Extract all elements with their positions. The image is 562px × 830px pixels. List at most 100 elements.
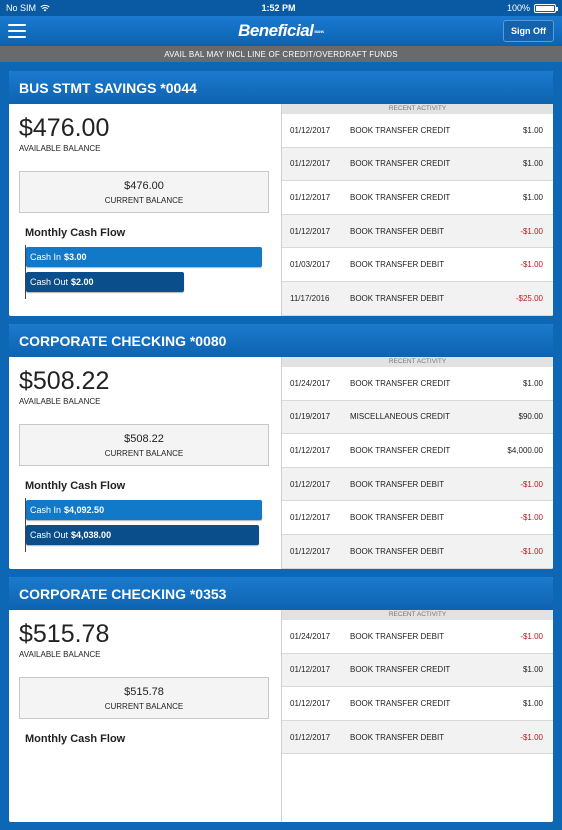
recent-activity-header: RECENT ACTIVITY <box>282 610 553 620</box>
activity-row[interactable]: 01/12/2017 BOOK TRANSFER CREDIT $1.00 <box>282 181 553 215</box>
activity-date: 01/12/2017 <box>290 125 331 135</box>
activity-description: BOOK TRANSFER DEBIT <box>350 293 445 303</box>
current-balance-box: $515.78 CURRENT BALANCE <box>19 677 269 719</box>
available-balance-label: AVAILABLE BALANCE <box>19 144 101 153</box>
account-body: $476.00 AVAILABLE BALANCE $476.00 CURREN… <box>9 104 553 316</box>
status-right: 100% <box>507 3 558 13</box>
recent-activity-panel: RECENT ACTIVITY 01/24/2017 BOOK TRANSFER… <box>281 357 553 569</box>
activity-date: 01/12/2017 <box>290 665 331 675</box>
activity-row[interactable]: 01/12/2017 BOOK TRANSFER CREDIT $1.00 <box>282 687 553 721</box>
available-balance-amount: $476.00 <box>19 114 110 142</box>
current-balance-amount: $476.00 <box>124 179 164 192</box>
activity-description: BOOK TRANSFER CREDIT <box>350 192 451 202</box>
account-header[interactable]: CORPORATE CHECKING *0080 <box>9 324 553 357</box>
available-balance-amount: $508.22 <box>19 367 110 395</box>
activity-row[interactable]: 01/19/2017 MISCELLANEOUS CREDIT $90.00 <box>282 400 553 435</box>
menu-icon[interactable] <box>8 24 26 38</box>
nav-bar: BeneficialBANK Sign Off <box>0 16 562 46</box>
activity-row[interactable]: 01/12/2017 BOOK TRANSFER CREDIT $4,000.0… <box>282 434 553 468</box>
cash-in-amount: $3.00 <box>64 252 87 262</box>
activity-row[interactable]: 01/12/2017 BOOK TRANSFER DEBIT -$1.00 <box>282 214 553 249</box>
activity-row[interactable]: 01/12/2017 BOOK TRANSFER DEBIT -$1.00 <box>282 467 553 502</box>
activity-date: 01/19/2017 <box>290 412 331 422</box>
activity-date: 01/12/2017 <box>290 479 331 489</box>
sign-off-button[interactable]: Sign Off <box>503 20 554 42</box>
account-card: BUS STMT SAVINGS *0044 $476.00 AVAILABLE… <box>9 71 553 316</box>
current-balance-box: $476.00 CURRENT BALANCE <box>19 171 269 213</box>
recent-activity-panel: RECENT ACTIVITY 01/24/2017 BOOK TRANSFER… <box>281 610 553 822</box>
cash-out-amount: $2.00 <box>71 277 94 287</box>
activity-row[interactable]: 01/12/2017 BOOK TRANSFER DEBIT -$1.00 <box>282 501 553 535</box>
available-balance-label: AVAILABLE BALANCE <box>19 397 101 406</box>
activity-row[interactable]: 01/12/2017 BOOK TRANSFER DEBIT -$1.00 <box>282 534 553 569</box>
activity-row[interactable]: 01/24/2017 BOOK TRANSFER CREDIT $1.00 <box>282 367 553 401</box>
battery-icon <box>534 3 558 13</box>
activity-description: BOOK TRANSFER CREDIT <box>350 445 451 455</box>
activity-row[interactable]: 01/12/2017 BOOK TRANSFER CREDIT $1.00 <box>282 653 553 688</box>
carrier-label: No SIM <box>6 3 37 13</box>
account-header[interactable]: BUS STMT SAVINGS *0044 <box>9 71 553 104</box>
cash-in-bar[interactable]: Cash In $4,092.50 <box>26 500 262 520</box>
activity-date: 01/12/2017 <box>290 192 331 202</box>
activity-amount: -$1.00 <box>520 479 543 489</box>
activity-date: 01/12/2017 <box>290 732 331 742</box>
activity-amount: $1.00 <box>522 665 543 675</box>
current-balance-label: CURRENT BALANCE <box>104 701 184 711</box>
wifi-icon <box>40 4 50 12</box>
activity-row[interactable]: 11/17/2016 BOOK TRANSFER DEBIT -$25.00 <box>282 281 553 316</box>
status-left: No SIM <box>6 3 50 13</box>
current-balance-label: CURRENT BALANCE <box>104 448 184 458</box>
activity-amount: -$1.00 <box>520 546 543 556</box>
cash-flow-title: Monthly Cash Flow <box>25 480 126 492</box>
activity-amount: $1.00 <box>522 192 543 202</box>
current-balance-amount: $515.78 <box>124 685 164 698</box>
activity-amount: $90.00 <box>518 412 543 422</box>
cash-out-bar[interactable]: Cash Out $2.00 <box>26 272 184 292</box>
activity-description: BOOK TRANSFER DEBIT <box>350 226 445 236</box>
activity-description: MISCELLANEOUS CREDIT <box>350 412 451 422</box>
balance-panel: $476.00 AVAILABLE BALANCE $476.00 CURREN… <box>9 104 281 316</box>
account-body: $508.22 AVAILABLE BALANCE $508.22 CURREN… <box>9 357 553 569</box>
activity-row[interactable]: 01/12/2017 BOOK TRANSFER DEBIT -$1.00 <box>282 720 553 755</box>
activity-amount: -$1.00 <box>520 631 543 641</box>
cash-out-bar[interactable]: Cash Out $4,038.00 <box>26 525 259 545</box>
activity-date: 01/12/2017 <box>290 226 331 236</box>
activity-description: BOOK TRANSFER DEBIT <box>350 513 445 523</box>
activity-description: BOOK TRANSFER CREDIT <box>350 665 451 675</box>
monthly-cash-flow: Monthly Cash Flow Cash In $3.00 Cash Out $… <box>19 227 271 299</box>
activity-amount: $1.00 <box>522 378 543 388</box>
clock: 1:52 PM <box>261 3 296 13</box>
activity-amount: -$1.00 <box>520 226 543 236</box>
cash-flow-title: Monthly Cash Flow <box>25 733 126 745</box>
bank-logo: BeneficialBANK <box>238 21 324 40</box>
activity-row[interactable]: 01/12/2017 BOOK TRANSFER CREDIT $1.00 <box>282 114 553 148</box>
monthly-cash-flow: Monthly Cash Flow <box>19 733 271 745</box>
activity-row[interactable]: 01/03/2017 BOOK TRANSFER DEBIT -$1.00 <box>282 248 553 282</box>
available-balance-amount: $515.78 <box>19 620 110 648</box>
account-body: $515.78 AVAILABLE BALANCE $515.78 CURREN… <box>9 610 553 822</box>
recent-activity-panel: RECENT ACTIVITY 01/12/2017 BOOK TRANSFER… <box>281 104 553 316</box>
cash-in-amount: $4,092.50 <box>64 505 105 515</box>
activity-description: BOOK TRANSFER DEBIT <box>350 546 445 556</box>
account-name: CORPORATE CHECKING *0353 <box>19 585 227 602</box>
cash-out-amount: $4,038.00 <box>71 530 112 540</box>
recent-activity-header: RECENT ACTIVITY <box>282 357 553 367</box>
current-balance-box: $508.22 CURRENT BALANCE <box>19 424 269 466</box>
activity-amount: -$1.00 <box>520 260 543 270</box>
monthly-cash-flow: Monthly Cash Flow Cash In $4,092.50 Cash … <box>19 480 271 552</box>
accounts-list: BUS STMT SAVINGS *0044 $476.00 AVAILABLE… <box>9 71 553 830</box>
activity-date: 01/12/2017 <box>290 445 331 455</box>
activity-date: 01/03/2017 <box>290 260 331 270</box>
balance-panel: $508.22 AVAILABLE BALANCE $508.22 CURREN… <box>9 357 281 569</box>
cash-flow-chart: Cash In $3.00 Cash Out $2.00 <box>25 245 271 299</box>
status-bar: No SIM 1:52 PM 100% <box>0 0 562 16</box>
activity-row[interactable]: 01/24/2017 BOOK TRANSFER DEBIT -$1.00 <box>282 620 553 654</box>
cash-in-bar[interactable]: Cash In $3.00 <box>26 247 262 267</box>
account-card: CORPORATE CHECKING *0080 $508.22 AVAILAB… <box>9 324 553 569</box>
account-name: CORPORATE CHECKING *0080 <box>19 332 227 349</box>
activity-row[interactable]: 01/12/2017 BOOK TRANSFER CREDIT $1.00 <box>282 147 553 182</box>
activity-date: 01/24/2017 <box>290 631 331 641</box>
account-header[interactable]: CORPORATE CHECKING *0353 <box>9 577 553 610</box>
activity-amount: $1.00 <box>522 159 543 169</box>
cash-flow-title: Monthly Cash Flow <box>25 227 126 239</box>
